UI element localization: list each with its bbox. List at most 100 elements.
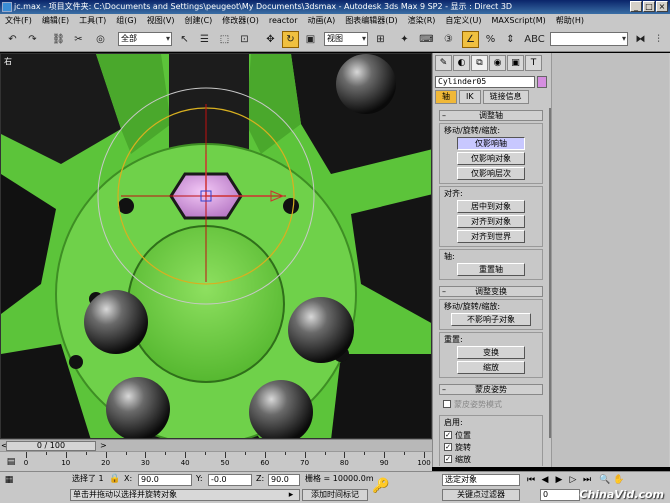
menu-graph-editors[interactable]: 图表编辑器(D) (340, 14, 402, 28)
dont-affect-children-button[interactable]: 不影响子对象 (451, 313, 531, 326)
menu-animation[interactable]: 动画(A) (302, 14, 340, 28)
prev-frame-icon[interactable]: ◀ (538, 474, 552, 486)
key-filters-button[interactable]: 关键点过滤器 (442, 489, 520, 501)
create-tab-icon[interactable]: ✎ (435, 55, 452, 71)
menu-file[interactable]: 文件(F) (0, 14, 37, 28)
menu-group[interactable]: 组(G) (111, 14, 141, 28)
go-to-start-icon[interactable]: ⏮ (524, 474, 538, 486)
mirror-icon[interactable]: ⧓ (632, 31, 649, 48)
reset-transform-button[interactable]: 变换 (457, 346, 525, 359)
go-to-end-icon[interactable]: ⏭ (580, 474, 594, 486)
manipulate-icon[interactable]: ✦ (396, 31, 413, 48)
track-bar-tick (165, 452, 167, 455)
pan-icon[interactable]: ✋ (612, 474, 626, 486)
close-icon[interactable]: × (656, 1, 668, 12)
lock-selection-icon[interactable]: 🔒 (108, 473, 122, 485)
zoom-icon[interactable]: 🔍 (598, 474, 612, 486)
object-color-swatch[interactable] (537, 76, 547, 88)
motion-tab-icon[interactable]: ◉ (489, 55, 506, 71)
select-object-icon[interactable]: ↖ (176, 31, 193, 48)
maximize-icon[interactable]: □ (643, 1, 655, 12)
affect-pivot-only-button[interactable]: 仅影响轴 (457, 137, 525, 150)
viewport-right[interactable]: 右 (0, 53, 432, 439)
align-icon[interactable]: ⫶ (650, 31, 667, 48)
track-bar[interactable]: ▤ 0 10 20 30 40 50 60 70 80 90 100 (0, 451, 432, 473)
menu-tools[interactable]: 工具(T) (74, 14, 111, 28)
select-by-name-icon[interactable]: ☰ (196, 31, 213, 48)
menu-reactor[interactable]: reactor (264, 14, 303, 28)
select-scale-icon[interactable]: ▣ (302, 31, 319, 48)
key-mode-dropdown[interactable]: 选定对象 (442, 474, 520, 486)
window-crossing-icon[interactable]: ⊡ (236, 31, 253, 48)
menu-edit[interactable]: 编辑(E) (37, 14, 74, 28)
menu-customize[interactable]: 自定义(U) (440, 14, 486, 28)
unlink-icon[interactable]: ✂ (70, 31, 87, 48)
center-to-object-button[interactable]: 居中到对象 (457, 200, 525, 213)
skin-pose-mode-checkbox[interactable]: 蒙皮姿势模式 (443, 398, 539, 410)
play-icon[interactable]: ▶ (552, 474, 566, 486)
enable-rotation-checkbox[interactable]: ✓ 旋转 (444, 441, 538, 453)
viewport-label[interactable]: 右 (4, 56, 12, 67)
named-selection-dropdown[interactable] (550, 32, 628, 46)
add-time-tag-button[interactable]: 添加时间标记 (302, 489, 368, 501)
undo-icon[interactable]: ↶ (4, 31, 21, 48)
menu-modifiers[interactable]: 修改器(O) (217, 14, 264, 28)
enable-position-checkbox[interactable]: ✓ 位置 (444, 429, 538, 441)
track-bar-icon[interactable]: ▤ (4, 456, 18, 468)
menu-help[interactable]: 帮助(H) (551, 14, 589, 28)
keyboard-shortcut-icon[interactable]: ⌨ (418, 31, 435, 48)
align-to-object-button[interactable]: 对齐到对象 (457, 215, 525, 228)
tab-ik[interactable]: IK (459, 90, 481, 104)
maxscript-listener-icon[interactable]: ▦ (2, 474, 16, 486)
y-coordinate-field[interactable]: -0.0 (208, 474, 252, 486)
rollout-adjust-transform[interactable]: 调整变换 (439, 286, 543, 297)
display-tab-icon[interactable]: ▣ (507, 55, 524, 71)
menu-rendering[interactable]: 渲染(R) (403, 14, 441, 28)
time-slider-knob[interactable]: 0 / 100 (6, 441, 96, 451)
z-coordinate-field[interactable]: 90.0 (268, 474, 300, 486)
menu-create[interactable]: 创建(C) (179, 14, 217, 28)
affect-object-only-button[interactable]: 仅影响对象 (457, 152, 525, 165)
rollout-adjust-pivot[interactable]: 调整轴 (439, 110, 543, 121)
menu-views[interactable]: 视图(V) (142, 14, 180, 28)
select-link-icon[interactable]: ⛓ (50, 31, 67, 48)
track-bar-tick-label: 60 (260, 459, 270, 467)
reset-pivot-button[interactable]: 重置轴 (457, 263, 525, 276)
time-tag-icon[interactable]: ▸ (284, 489, 298, 501)
x-coordinate-field[interactable]: 90.0 (138, 474, 192, 486)
current-frame-field[interactable]: 0 (540, 489, 580, 501)
redo-icon[interactable]: ↷ (24, 31, 41, 48)
tab-link-info[interactable]: 链接信息 (482, 90, 529, 104)
snap-toggle-icon[interactable]: ③ (440, 31, 457, 48)
ref-coord-dropdown[interactable]: 视图 (324, 32, 368, 46)
angle-snap-icon[interactable]: ∠ (462, 31, 479, 48)
track-bar-tick (26, 452, 27, 458)
time-slider[interactable]: < 0 / 100 > (0, 439, 432, 451)
object-name-field[interactable]: Cylinder05 (435, 76, 535, 88)
named-selection-icon[interactable]: ABC (524, 31, 545, 48)
rollout-skin-pose[interactable]: 蒙皮姿势 (439, 384, 543, 395)
selection-filter-dropdown[interactable]: 全部 (118, 32, 172, 46)
tab-pivot[interactable]: 轴 (435, 90, 457, 104)
pivot-center-icon[interactable]: ⊞ (372, 31, 389, 48)
spinner-snap-icon[interactable]: ⇕ (502, 31, 519, 48)
select-rotate-icon[interactable]: ↻ (282, 31, 299, 48)
window-title: jc.max - 项目文件夹: C:\Documents and Setting… (14, 2, 513, 11)
menu-maxscript[interactable]: MAXScript(M) (487, 14, 551, 28)
percent-snap-icon[interactable]: % (482, 31, 499, 48)
hierarchy-tab-icon[interactable]: ⧉ (471, 55, 488, 71)
select-move-icon[interactable]: ✥ (262, 31, 279, 48)
enable-scale-checkbox[interactable]: ✓ 缩放 (444, 453, 538, 465)
bind-space-warp-icon[interactable]: ◎ (92, 31, 109, 48)
set-key-icon[interactable]: 🔑 (372, 479, 389, 493)
minimize-icon[interactable]: _ (630, 1, 642, 12)
align-to-world-button[interactable]: 对齐到世界 (457, 230, 525, 243)
next-frame-icon[interactable]: ▷ (566, 474, 580, 486)
rect-selection-icon[interactable]: ⬚ (216, 31, 233, 48)
reset-scale-button[interactable]: 缩放 (457, 361, 525, 374)
affect-hierarchy-only-button[interactable]: 仅影响层次 (457, 167, 525, 180)
utilities-tab-icon[interactable]: T (525, 55, 542, 71)
checkbox-label: 蒙皮姿势模式 (454, 399, 502, 409)
modify-tab-icon[interactable]: ◐ (453, 55, 470, 71)
track-bar-tick (105, 452, 107, 458)
